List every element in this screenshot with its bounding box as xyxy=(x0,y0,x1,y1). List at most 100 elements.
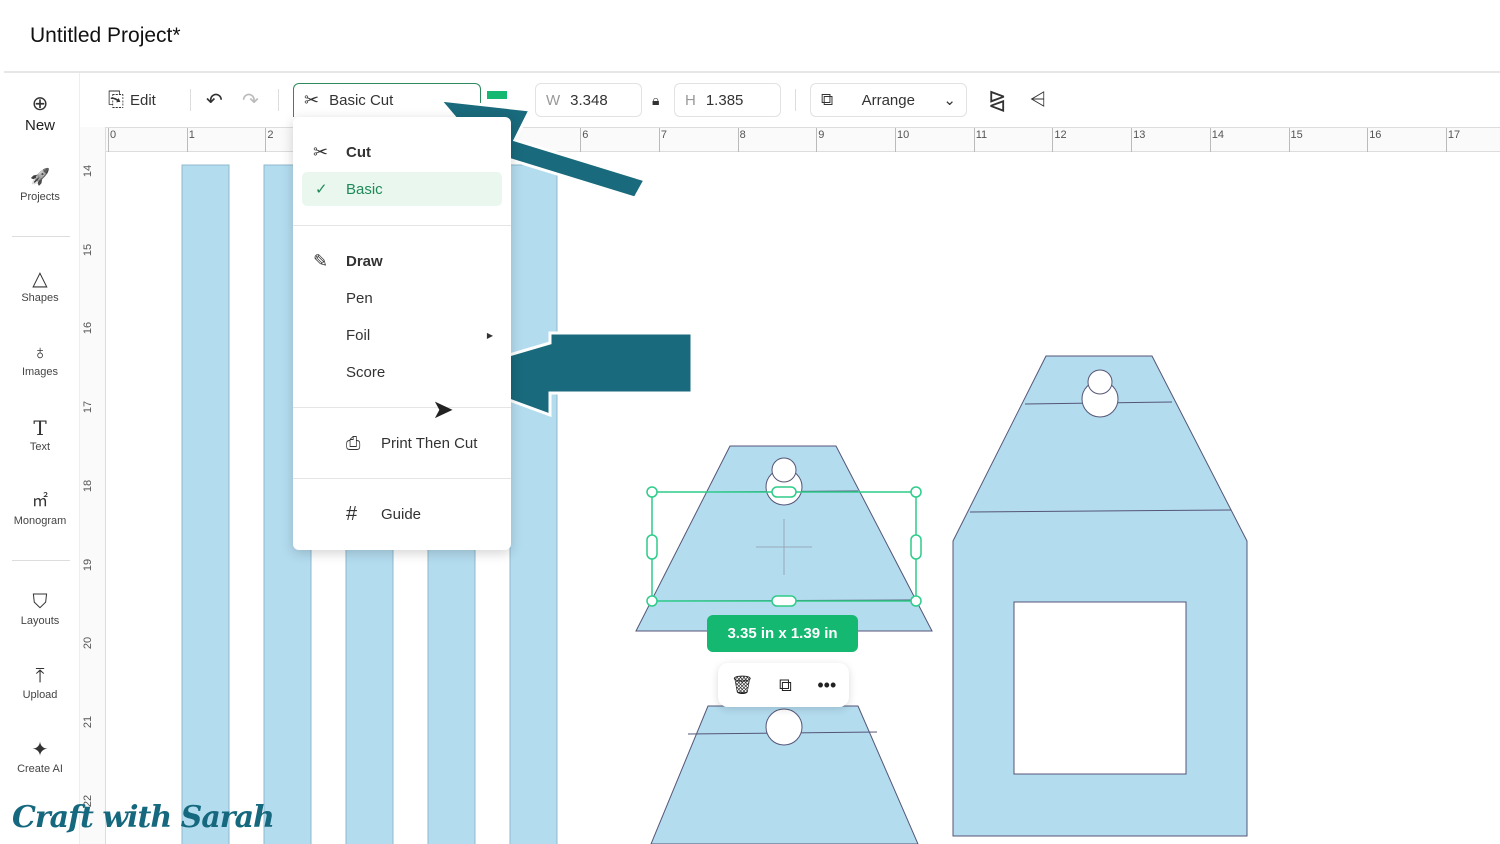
ruler-tick xyxy=(737,128,739,152)
text-icon: T xyxy=(33,416,47,440)
ruler-tick xyxy=(1445,128,1447,152)
ruler-label: 19 xyxy=(82,558,95,571)
printer-icon: ⎙ xyxy=(346,432,361,453)
strip-shape[interactable] xyxy=(181,164,230,844)
sidebar-item-upload[interactable]: ⤒ Upload xyxy=(0,663,80,701)
ruler-label: 8 xyxy=(739,129,746,141)
more-icon[interactable]: ••• xyxy=(817,675,836,696)
divider xyxy=(190,89,191,111)
upload-icon: ⤒ xyxy=(35,665,45,687)
ruler-label: 17 xyxy=(82,400,95,414)
ruler-label: 9 xyxy=(818,129,825,141)
edit-icon: ⎘ xyxy=(108,88,124,111)
ruler-tick xyxy=(1131,128,1133,152)
ruler-tick xyxy=(108,128,109,152)
scissors-icon: ✂ xyxy=(304,90,320,110)
ruler-label: 10 xyxy=(897,129,910,141)
menu-header-cut: ✂ Cut xyxy=(313,141,371,162)
ruler-label: 20 xyxy=(82,637,95,650)
plus-circle-icon: ⊕ xyxy=(31,93,49,115)
sidebar-item-new[interactable]: ⊕ New xyxy=(0,91,80,134)
divider xyxy=(12,236,70,237)
mouse-cursor-icon: ➤ xyxy=(432,394,454,424)
lightbulb-icon: ♁ xyxy=(32,342,48,364)
ruler-tick xyxy=(1209,128,1211,152)
menu-item-basic[interactable]: ✓ Basic xyxy=(302,172,502,206)
vertical-ruler: 14 15 16 17 18 19 20 21 22 xyxy=(80,127,106,844)
ruler-tick xyxy=(816,128,818,152)
edit-button[interactable]: ⎘ Edit xyxy=(108,83,156,117)
sidebar: ⊕ New 🚀 Projects △ Shapes ♁ Images T Text ㎡ Mo… xyxy=(0,73,80,844)
ruler-label: 7 xyxy=(660,129,668,141)
selection-context-toolbar: 🗑︎ ⧉ ••• xyxy=(718,663,849,707)
operation-dropdown-menu: ✂ Cut ✓ Basic ✎ Draw Pen Foil ▶ Score ⎙ Print… xyxy=(293,117,511,550)
ruler-label: 0 xyxy=(110,129,117,141)
shapes-icon: △ xyxy=(32,268,48,290)
sidebar-item-text[interactable]: T Text xyxy=(0,415,80,453)
height-field[interactable]: H 1.385 xyxy=(674,83,781,117)
sidebar-item-layouts[interactable]: ⛉ Layouts xyxy=(0,589,80,627)
project-title: Untitled Project* xyxy=(30,24,181,47)
ruler-label: 18 xyxy=(82,479,95,492)
duplicate-icon[interactable]: ⧉ xyxy=(779,675,792,696)
ruler-label: 17 xyxy=(1447,129,1461,141)
sparkle-icon: ✦ xyxy=(31,739,49,761)
menu-item-foil[interactable]: Foil ▶ xyxy=(293,318,511,352)
ruler-label: 14 xyxy=(82,164,95,178)
pen-icon: ✎ xyxy=(313,250,329,271)
ruler-tick xyxy=(973,128,975,152)
redo-button[interactable]: ↷ xyxy=(242,83,259,117)
menu-item-guide[interactable]: # Guide xyxy=(293,497,511,531)
sidebar-item-projects[interactable]: 🚀 Projects xyxy=(0,165,80,203)
sidebar-item-images[interactable]: ♁ Images xyxy=(0,340,80,378)
divider xyxy=(293,407,511,408)
arrange-icon: ⧉ xyxy=(821,90,834,109)
divider xyxy=(293,225,511,226)
arrange-dropdown[interactable]: ⧉ Arrange ⌄ xyxy=(810,83,967,117)
toolbar: ⎘ Edit ↶ ↷ ✂ Basic Cut W 3.348 🔒︎ H 1.385 ⧉ A… xyxy=(80,73,1500,126)
ruler-label: 16 xyxy=(1369,129,1382,141)
ruler-label: 1 xyxy=(188,129,195,141)
scissors-icon: ✂ xyxy=(313,141,329,162)
watermark-logo: Craft with Sarah xyxy=(12,800,275,835)
ruler-tick xyxy=(1367,128,1369,152)
ruler-label: 15 xyxy=(82,243,95,256)
ruler-label: 13 xyxy=(1133,129,1146,141)
ruler-tick xyxy=(1052,128,1054,152)
strip-shape[interactable] xyxy=(509,164,558,844)
divider xyxy=(278,89,279,111)
divider xyxy=(293,478,511,479)
menu-item-score[interactable]: Score xyxy=(293,355,511,389)
ruler-label: 21 xyxy=(82,715,95,729)
ruler-label: 16 xyxy=(82,322,95,335)
ruler-tick xyxy=(265,128,267,152)
divider xyxy=(12,560,70,561)
ruler-label: 14 xyxy=(1211,129,1225,141)
menu-item-print-then-cut[interactable]: ⎙ Print Then Cut xyxy=(293,426,511,460)
size-badge: 3.35 in x 1.39 in xyxy=(707,615,858,652)
check-icon: ✓ xyxy=(315,181,328,198)
submenu-arrow-icon: ▶ xyxy=(486,330,493,340)
ruler-label: 11 xyxy=(975,129,988,141)
menu-header-draw: ✎ Draw xyxy=(313,250,383,271)
divider xyxy=(795,89,796,111)
sidebar-item-shapes[interactable]: △ Shapes xyxy=(0,266,80,304)
flip-vertical-icon[interactable]: ⩤ xyxy=(1030,83,1046,117)
undo-button[interactable]: ↶ xyxy=(206,83,223,117)
monogram-icon: ㎡ xyxy=(31,493,48,510)
ruler-tick xyxy=(186,128,188,152)
sidebar-item-create-ai[interactable]: ✦ Create AI xyxy=(0,737,80,775)
ruler-label: 15 xyxy=(1290,129,1303,141)
rocket-icon: 🚀 xyxy=(30,169,50,186)
flip-horizontal-icon[interactable]: ⧎ xyxy=(988,83,1006,117)
shirt-icon: ⛉ xyxy=(32,591,48,613)
guide-icon: # xyxy=(346,502,358,525)
ruler-label: 2 xyxy=(267,129,274,141)
trash-icon[interactable]: 🗑︎ xyxy=(731,675,754,696)
ruler-label: 12 xyxy=(1054,129,1067,141)
menu-item-pen[interactable]: Pen xyxy=(293,281,511,315)
ruler-tick xyxy=(1288,128,1290,152)
sidebar-item-monogram[interactable]: ㎡ Monogram xyxy=(0,489,80,527)
chevron-down-icon: ⌄ xyxy=(943,92,956,109)
ruler-tick xyxy=(895,128,896,152)
